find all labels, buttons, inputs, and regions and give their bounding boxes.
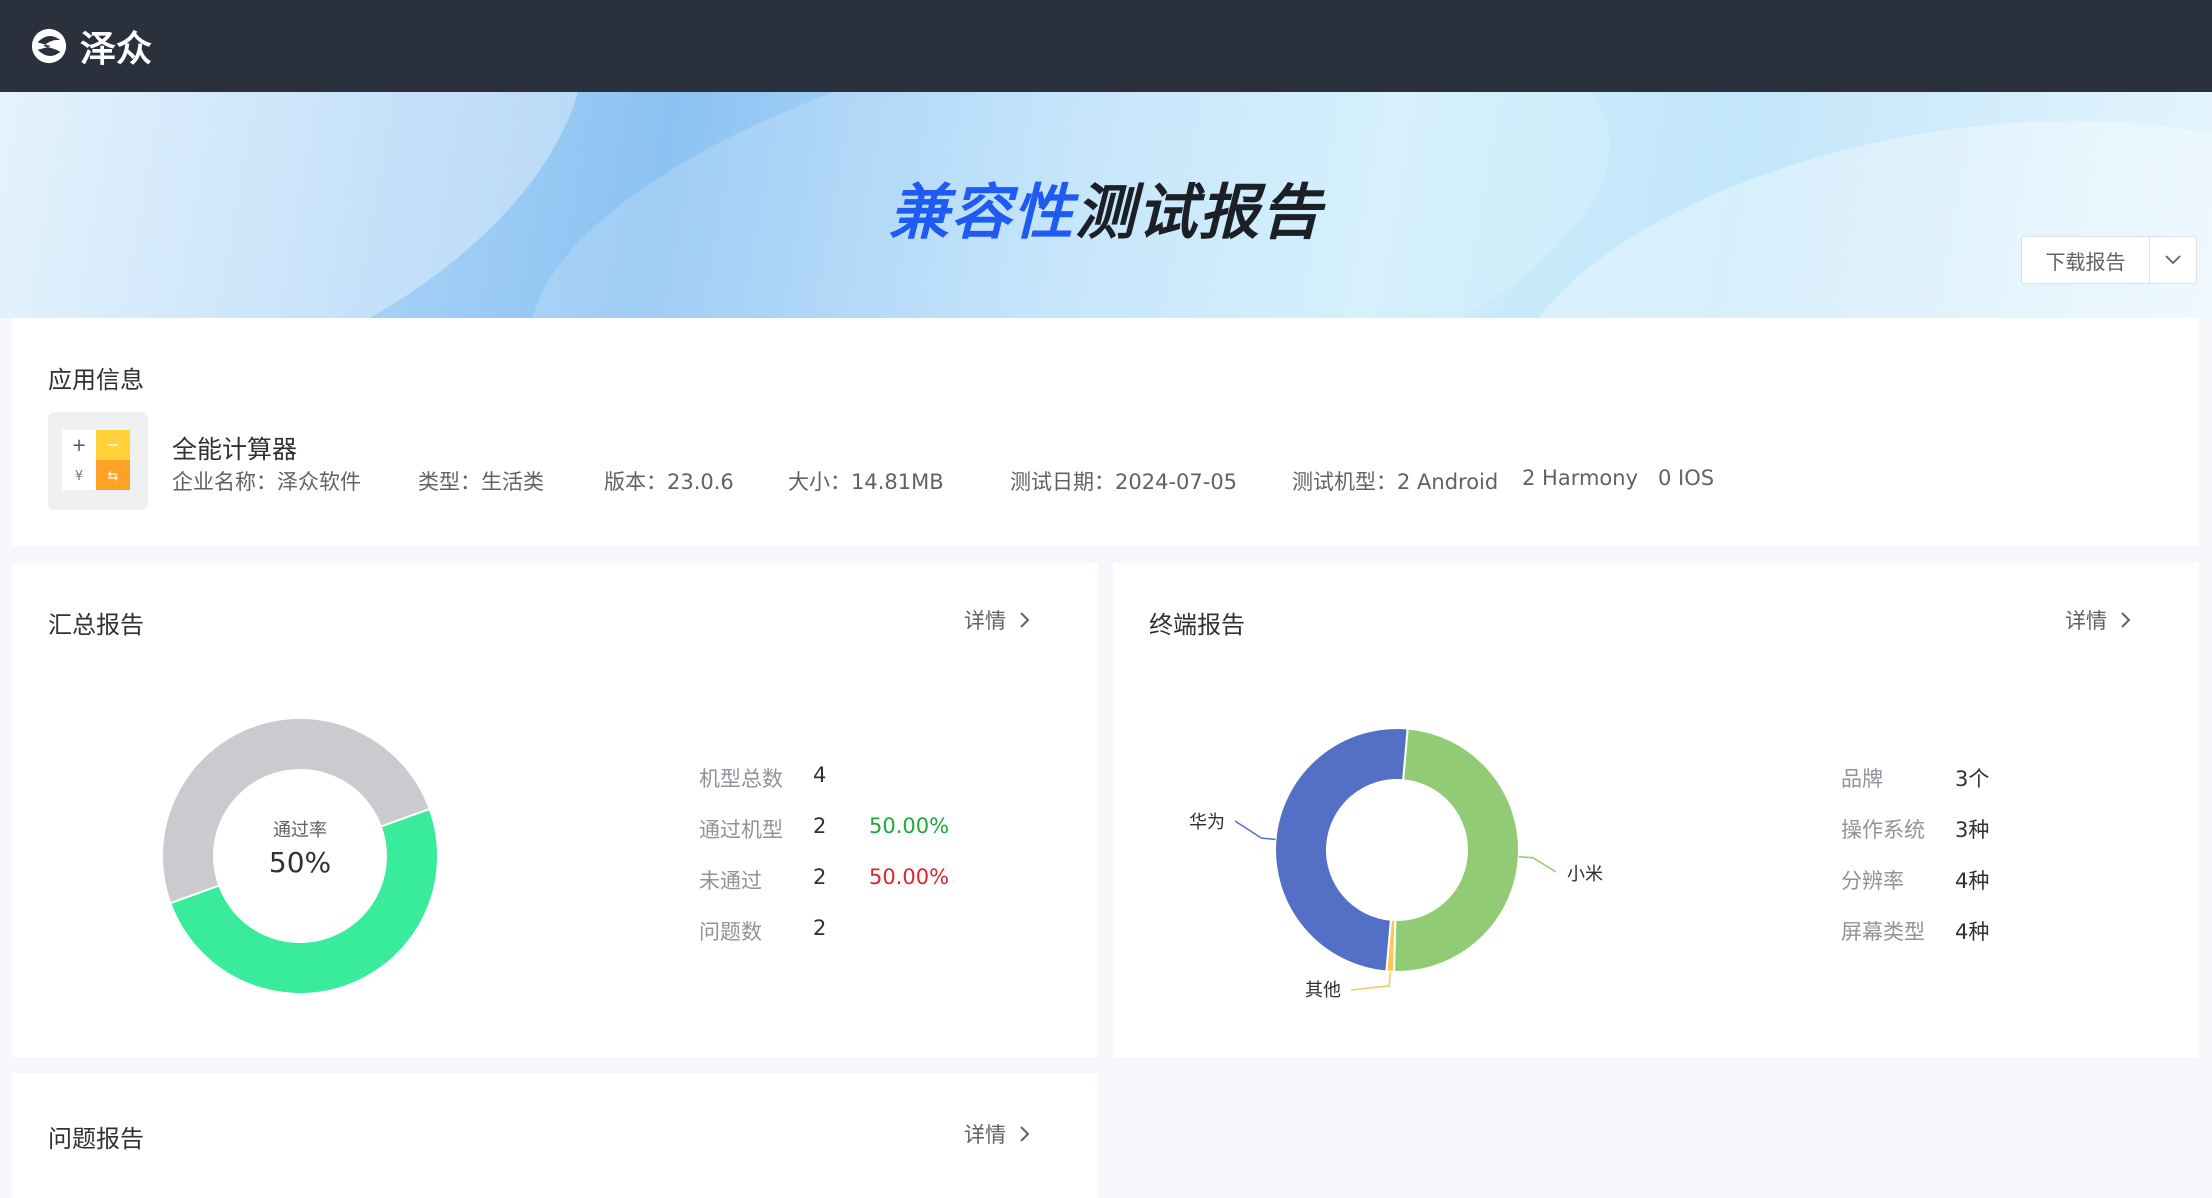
svg-text:¥: ¥ [75,469,83,484]
page-title-rest: 测试报告 [1075,178,1323,248]
chevron-down-icon [2165,255,2181,265]
app-devices-ios: 0 IOS [1658,466,1715,490]
app-icon: + − ¥ ⇆ [48,412,148,510]
app-company: 企业名称：泽众软件 [172,470,361,494]
donut-slice-xiaomi[interactable] [1392,727,1520,973]
app-version: 版本：23.0.6 [604,470,734,494]
pass-rate-center: 通过率 50% [200,816,400,879]
page-title: 兼容性测试报告 [0,164,2212,251]
app-size: 大小：14.81MB [788,470,944,494]
leader-line-huawei [1234,820,1276,841]
summary-stat-key: 机型总数 [699,767,783,791]
hero-banner: 兼容性测试报告 [0,92,2212,318]
chart-label-huawei: 华为 [1189,812,1225,833]
issue-detail-label: 详情 [964,1123,1006,1147]
issue-report-card: 问题报告 详情 [12,1073,1098,1198]
app-type: 类型：生活类 [418,470,544,494]
terminal-stat-key: 分辨率 [1841,869,1904,893]
summary-stat-percent: 50.00% [869,865,950,889]
brand-logo[interactable]: 泽众 [30,20,152,72]
summary-stat-percent: 50.00% [869,814,950,838]
brand-distribution-donut-chart [1234,727,1557,991]
pass-rate-label: 通过率 [273,820,327,841]
terminal-stat-key: 品牌 [1841,767,1883,791]
terminal-report-card: 终端报告 详情 华为 小米 其他 品牌 3个 操作系统 3种 分辨率 4种 屏幕类型 4种 [1113,563,2199,1057]
leader-line-xiaomi [1518,856,1557,873]
zezhong-logo-icon [31,28,67,64]
terminal-stat-value: 3个 [1955,767,1990,791]
app-devices-harmony: 2 Harmony [1522,466,1639,490]
svg-text:⇆: ⇆ [108,469,119,484]
brand-name: 泽众 [80,29,153,70]
chevron-right-icon [1020,1126,1030,1142]
app-name: 全能计算器 [172,435,298,464]
summary-stat-key: 未通过 [699,869,762,893]
summary-stat-value: 4 [813,763,827,787]
svg-text:−: − [106,435,119,454]
chart-label-other: 其他 [1305,980,1341,1001]
leader-line-other [1350,971,1391,991]
summary-stat-key: 通过机型 [699,818,783,842]
terminal-stat-value: 4种 [1955,869,1990,893]
calculator-icon: + − ¥ ⇆ [62,430,130,490]
app-devices-android: 测试机型：2 Android [1292,470,1499,494]
app-test-date: 测试日期：2024-07-05 [1010,470,1238,494]
terminal-stat-value: 4种 [1955,920,1990,944]
summary-stat-value: 2 [813,916,827,940]
pass-rate-value: 50% [268,846,332,879]
svg-text:+: + [71,435,86,456]
issue-detail-link[interactable]: 详情 [964,1119,1032,1149]
summary-detail-label: 详情 [964,609,1006,633]
issue-report-title: 问题报告 [48,1125,144,1153]
page-title-highlight: 兼容性 [889,178,1075,248]
app-info-card: 应用信息 + − ¥ ⇆ 全能计算器 企业名称：泽众软件 类型：生活类 版本：2… [12,318,2198,546]
summary-report-title: 汇总报告 [48,611,144,639]
terminal-stat-key: 操作系统 [1841,818,1925,842]
app-info-title: 应用信息 [48,366,144,394]
summary-report-card: 汇总报告 详情 通过率 50% 机型总数 4 通过机型 2 50.00% 未通过 2 50.0… [12,563,1098,1057]
download-report-button[interactable]: 下载报告 [2022,237,2150,283]
summary-stat-value: 2 [813,814,827,838]
download-options-toggle[interactable] [2150,237,2196,283]
summary-stat-key: 问题数 [699,920,762,944]
chart-label-xiaomi: 小米 [1567,864,1603,885]
donut-slice-huawei[interactable] [1274,727,1409,973]
summary-detail-link[interactable]: 详情 [964,605,1032,635]
terminal-stat-key: 屏幕类型 [1841,920,1925,944]
chevron-right-icon [1020,612,1030,628]
download-report-dropdown[interactable]: 下载报告 [2021,236,2197,284]
top-bar: 泽众 [0,0,2212,92]
terminal-stat-value: 3种 [1955,818,1990,842]
summary-stat-value: 2 [813,865,827,889]
